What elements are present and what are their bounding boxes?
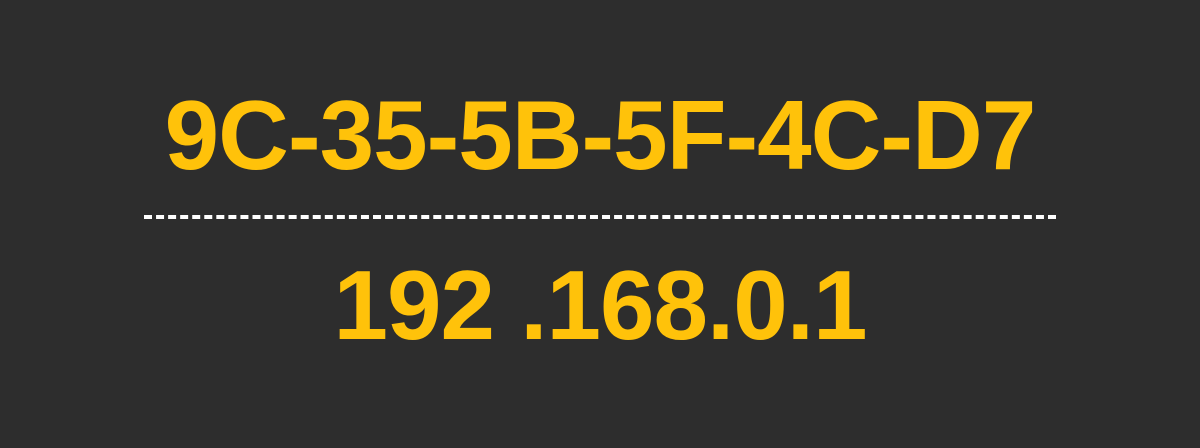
address-card: 9C-35-5B-5F-4C-D7 192 .168.0.1 — [0, 0, 1200, 448]
mac-address: 9C-35-5B-5F-4C-D7 — [164, 80, 1037, 190]
ip-address: 192 .168.0.1 — [333, 250, 868, 360]
dashed-divider — [144, 215, 1056, 219]
